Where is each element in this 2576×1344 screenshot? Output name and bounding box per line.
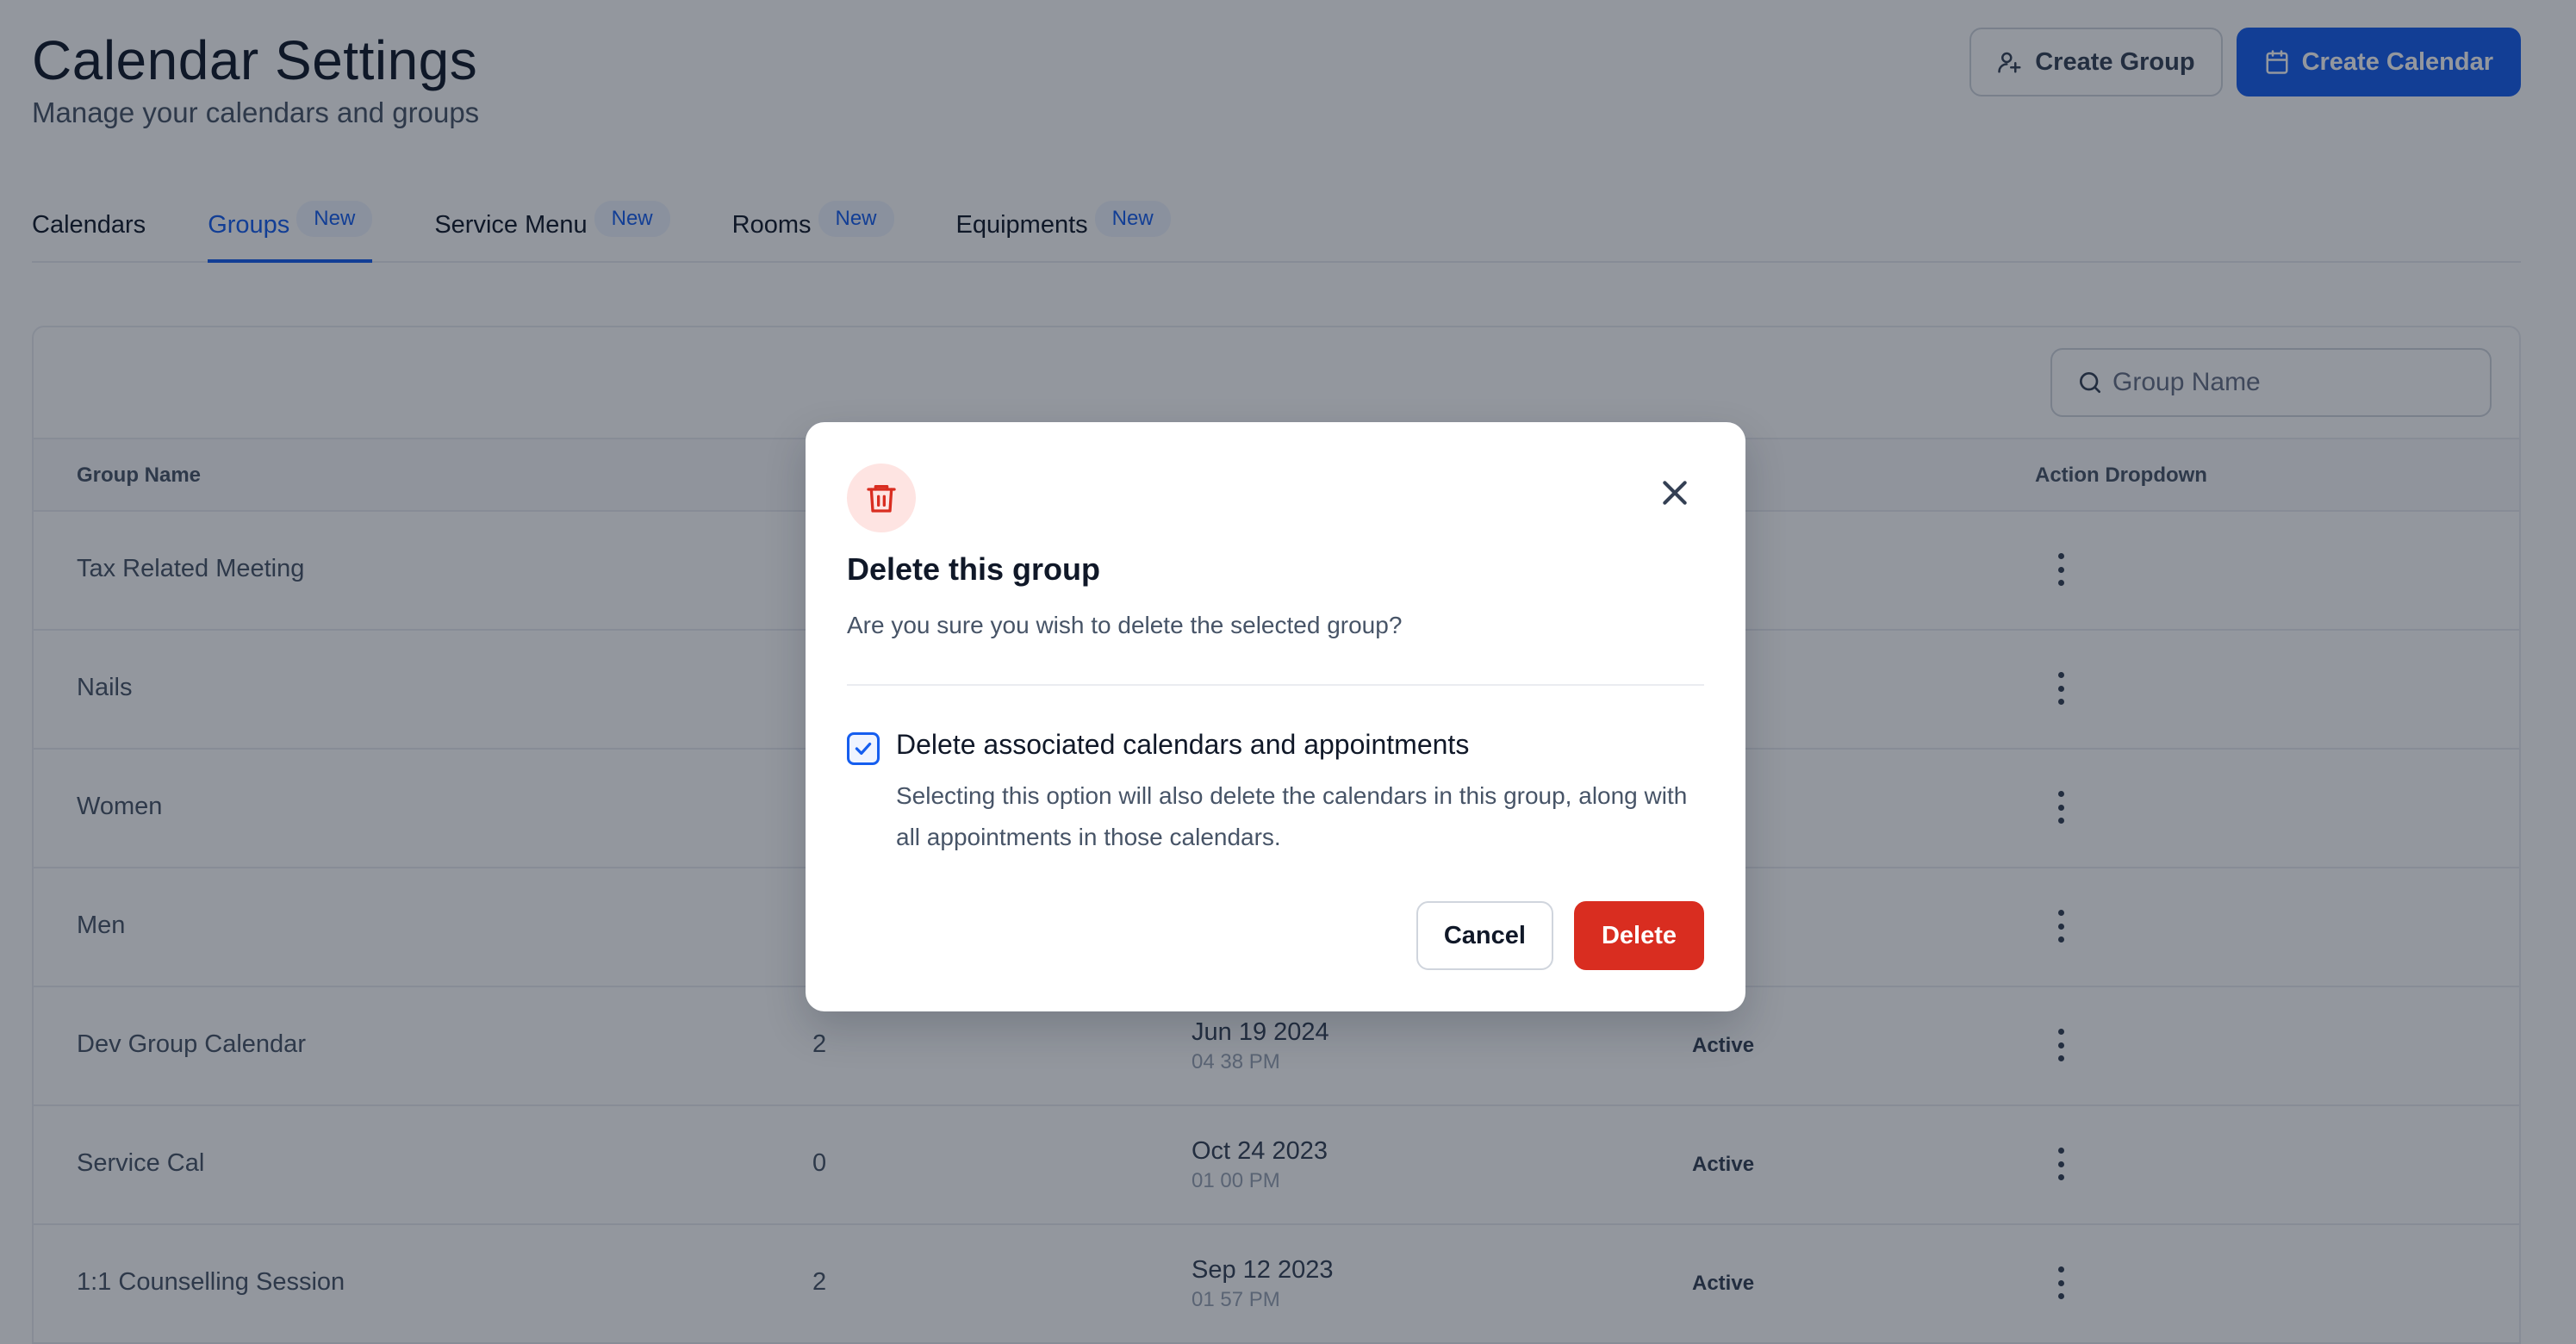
divider	[847, 684, 1704, 686]
delete-button[interactable]: Delete	[1573, 901, 1704, 970]
dialog-actions: Cancel Delete	[1416, 901, 1704, 970]
delete-associated-checkbox[interactable]	[847, 732, 880, 765]
dialog-title: Delete this group	[847, 551, 1101, 587]
checkbox-label[interactable]: Delete associated calendars and appointm…	[896, 729, 1469, 761]
dialog-description: Are you sure you wish to delete the sele…	[847, 612, 1403, 638]
checkbox-help-text: Selecting this option will also delete t…	[896, 782, 1688, 850]
delete-group-dialog: Delete this group Are you sure you wish …	[806, 422, 1745, 1011]
trash-icon-badge	[847, 464, 916, 532]
check-icon	[855, 742, 872, 756]
trash-icon	[867, 485, 896, 513]
cancel-button[interactable]: Cancel	[1416, 901, 1553, 970]
close-icon[interactable]	[1658, 476, 1692, 510]
calendar-settings-page: Calendar Settings Manage your calendars …	[0, 0, 2576, 1344]
